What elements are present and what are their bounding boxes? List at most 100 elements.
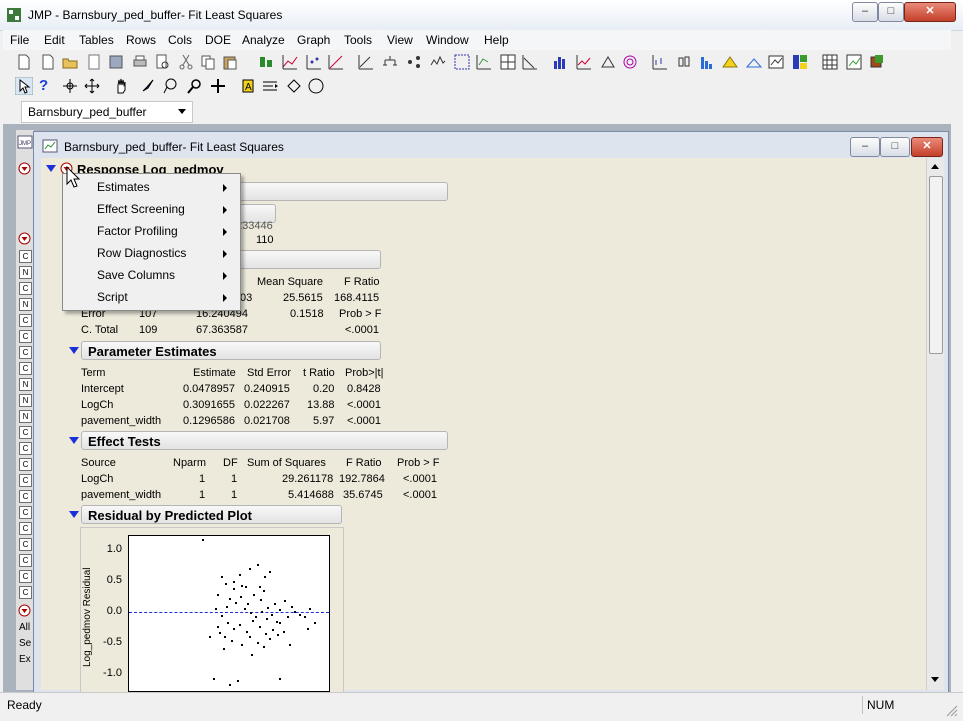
menu-file[interactable]: File [10,33,29,47]
residual-plot-header[interactable]: Residual by Predicted Plot [81,505,342,524]
menu-help[interactable]: Help [484,33,509,47]
rows-menu-icon[interactable] [18,604,31,617]
residual-point[interactable] [239,574,241,576]
menu-tools[interactable]: Tools [344,33,372,47]
menu-item-effect-screening[interactable]: Effect Screening [97,202,185,216]
circle-tool-icon[interactable] [307,77,325,95]
menu-tables[interactable]: Tables [79,33,114,47]
residual-point[interactable] [289,644,291,646]
cluster-icon[interactable] [381,53,399,71]
residual-point[interactable] [244,608,246,610]
columns-menu-icon[interactable] [18,232,31,245]
menu-doe[interactable]: DOE [205,33,231,47]
residual-point[interactable] [239,624,241,626]
residual-point[interactable] [225,583,227,585]
report-maximize-button[interactable]: □ [880,137,910,157]
menu-analyze[interactable]: Analyze [242,33,285,47]
residual-point[interactable] [291,606,293,608]
residual-point[interactable] [309,608,311,610]
residual-point[interactable] [307,628,309,630]
scatter-icon[interactable] [327,53,345,71]
zoom-tool-icon[interactable] [185,77,203,95]
line-tool-icon[interactable] [261,77,279,95]
disclosure-triangle-icon[interactable] [69,347,79,354]
scripting-icon[interactable] [867,53,885,71]
residual-point[interactable] [240,596,242,598]
menu-item-factor-profiling[interactable]: Factor Profiling [97,224,178,238]
residual-point[interactable] [263,590,265,592]
scroll-up-icon[interactable] [930,162,940,170]
effect-tests-header[interactable]: Effect Tests [81,431,448,450]
pareto-icon[interactable] [721,53,739,71]
residual-point[interactable] [219,632,221,634]
box-plot-icon[interactable] [675,53,693,71]
residual-point[interactable] [223,648,225,650]
new-doc-icon[interactable] [39,53,57,71]
residual-point[interactable] [249,568,251,570]
residual-point[interactable] [233,628,235,630]
residual-point[interactable] [217,626,219,628]
residual-point[interactable] [237,680,239,682]
residual-point[interactable] [279,609,281,611]
fit-y-by-x-icon[interactable] [305,53,323,71]
open-folder-icon[interactable] [61,53,79,71]
control-chart-icon[interactable] [521,53,539,71]
residual-point[interactable] [259,586,261,588]
residual-point[interactable] [314,622,316,624]
line-chart-icon[interactable] [281,53,299,71]
residual-point[interactable] [253,594,255,596]
menu-item-row-diagnostics[interactable]: Row Diagnostics [97,246,186,260]
diagram-icon[interactable] [745,53,763,71]
cut-icon[interactable] [177,53,195,71]
residual-point[interactable] [259,626,261,628]
residual-point[interactable] [250,612,252,614]
copy-icon[interactable] [199,53,217,71]
bar-chart-icon[interactable] [551,53,569,71]
residual-point[interactable] [252,620,254,622]
minimize-button[interactable]: – [852,2,878,22]
residual-point[interactable] [241,644,243,646]
tree-map-icon[interactable] [791,53,809,71]
residual-point[interactable] [271,614,273,616]
polygon-tool-icon[interactable] [285,77,303,95]
residual-point[interactable] [276,621,278,623]
disclosure-triangle-icon[interactable] [46,165,56,172]
vertical-scrollbar[interactable] [926,158,944,690]
report-close-button[interactable]: ✕ [911,137,943,157]
residual-point[interactable] [221,576,223,578]
residual-point[interactable] [264,576,266,578]
target-icon[interactable] [621,53,639,71]
disclosure-triangle-icon[interactable] [69,437,79,444]
regression-icon[interactable] [357,53,375,71]
residual-point[interactable] [257,564,259,566]
residual-point[interactable] [267,607,269,609]
menu-graph[interactable]: Graph [297,33,330,47]
print-icon[interactable] [131,53,149,71]
arrow-tool-icon[interactable] [15,77,33,95]
new-file-icon[interactable] [15,53,33,71]
menu-edit[interactable]: Edit [44,33,65,47]
residual-point[interactable] [213,678,215,680]
close-button[interactable]: ✕ [904,2,956,22]
menu-item-estimates[interactable]: Estimates [97,180,150,194]
residual-point[interactable] [261,611,263,613]
chart-line-icon[interactable] [575,53,593,71]
residual-point[interactable] [215,608,217,610]
residual-point[interactable] [247,603,249,605]
residual-point[interactable] [269,638,271,640]
residual-point[interactable] [269,571,271,573]
residual-point[interactable] [299,614,301,616]
residual-point[interactable] [274,603,276,605]
residual-point[interactable] [279,622,281,624]
residual-point[interactable] [294,611,296,613]
residual-point[interactable] [241,585,243,587]
residual-point[interactable] [263,646,265,648]
print-preview-icon[interactable] [153,53,171,71]
menu-window[interactable]: Window [426,33,469,47]
scatter-matrix-icon[interactable] [453,53,471,71]
table-icon[interactable] [821,53,839,71]
residual-point[interactable] [255,616,257,618]
residual-point[interactable] [246,631,248,633]
import-icon[interactable] [85,53,103,71]
hand-tool-icon[interactable] [113,77,131,95]
